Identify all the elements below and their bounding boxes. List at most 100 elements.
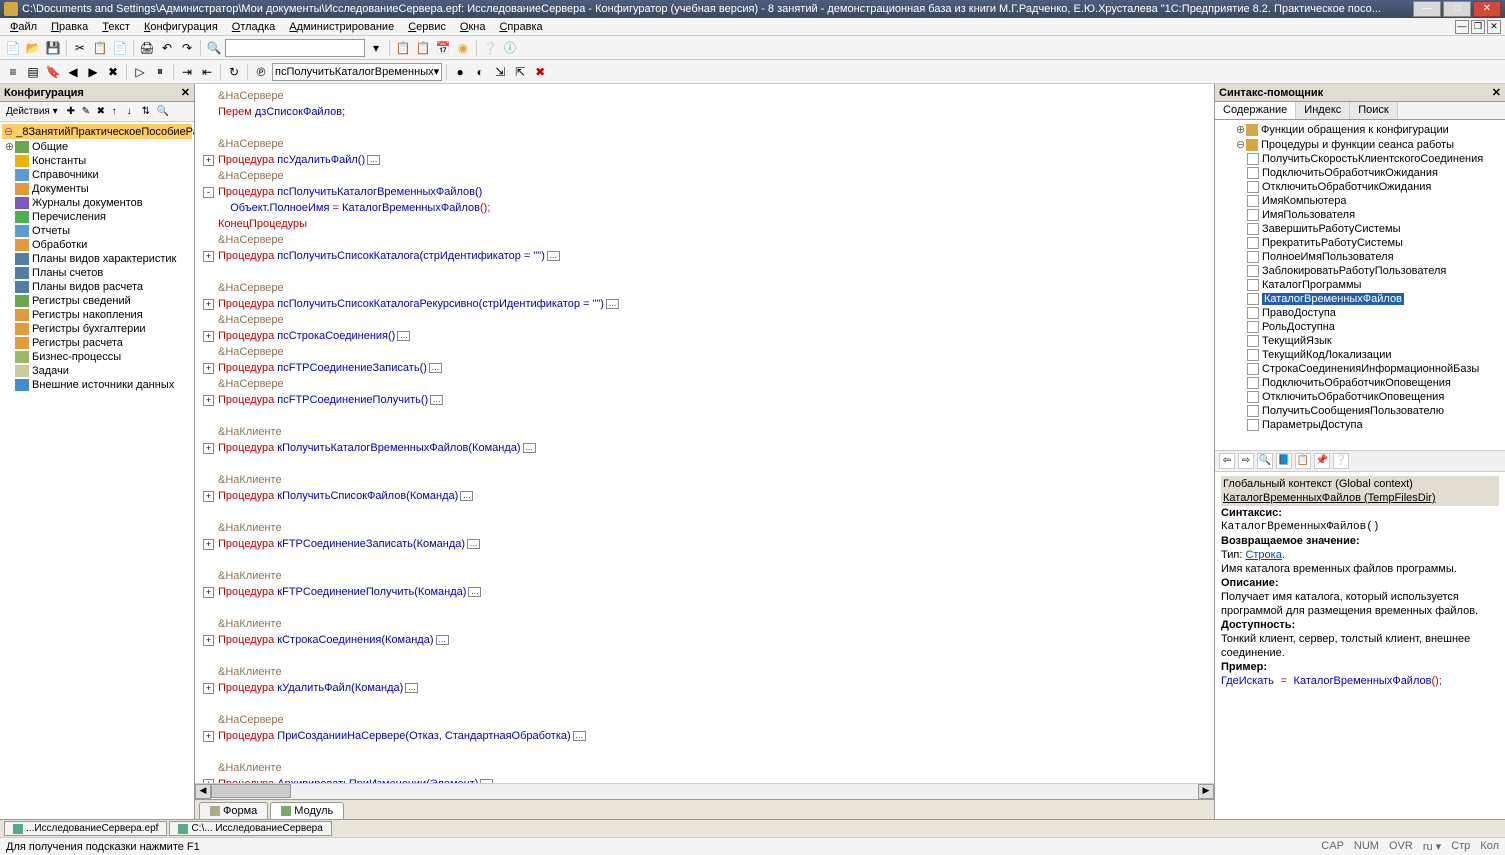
tree-item[interactable]: Константы xyxy=(2,154,192,168)
fold-toggle[interactable]: + xyxy=(203,363,214,374)
tree-item[interactable]: Журналы документов xyxy=(2,196,192,210)
syntax-helper-close-button[interactable]: ✕ xyxy=(1492,86,1501,99)
help-help-button[interactable]: ❔ xyxy=(1333,453,1349,469)
tb2-bookmark-button[interactable]: 🔖 xyxy=(44,63,62,81)
config-root-item[interactable]: ⊖ _8ЗанятийПрактическоеПособиеРазработч xyxy=(2,124,192,139)
compare2-button[interactable]: 📋 xyxy=(414,39,432,57)
help-tab-Содержание[interactable]: Содержание xyxy=(1215,102,1296,119)
tree-item[interactable]: Отчеты xyxy=(2,224,192,238)
help-tab-Поиск[interactable]: Поиск xyxy=(1350,102,1397,119)
fold-toggle[interactable]: + xyxy=(203,443,214,454)
help-leaf[interactable]: ЗаблокироватьРаботуПользователя xyxy=(1217,264,1503,278)
tree-item[interactable]: Регистры накопления xyxy=(2,308,192,322)
paste-button[interactable]: 📄 xyxy=(111,39,129,57)
help-leaf[interactable]: ОтключитьОбработчикОповещения xyxy=(1217,390,1503,404)
help-leaf[interactable]: ПодключитьОбработчикОжидания xyxy=(1217,166,1503,180)
add-icon[interactable]: ✚ xyxy=(63,105,77,119)
tb2-pause-button[interactable]: ⏸ xyxy=(151,63,169,81)
help-leaf[interactable]: ПравоДоступа xyxy=(1217,306,1503,320)
tree-item[interactable]: Бизнес-процессы xyxy=(2,350,192,364)
tb2-break2-button[interactable]: ◐ xyxy=(471,63,489,81)
menu-файл[interactable]: Файл xyxy=(4,20,43,34)
tree-item[interactable]: Внешние источники данных xyxy=(2,378,192,392)
help-branch[interactable]: ⊕Функции обращения к конфигурации xyxy=(1217,122,1503,137)
sort-icon[interactable]: ⇅ xyxy=(138,105,152,119)
help-leaf[interactable]: РольДоступна xyxy=(1217,320,1503,334)
minimize-button[interactable]: — xyxy=(1413,1,1441,17)
menu-сервис[interactable]: Сервис xyxy=(402,20,452,34)
doc-tab[interactable]: C:\... ИсследованиеСервера xyxy=(169,821,331,836)
tb2-refresh-button[interactable]: ↻ xyxy=(225,63,243,81)
horizontal-scrollbar[interactable]: ◀ ▶ xyxy=(195,783,1214,799)
ellipsis-icon[interactable]: … xyxy=(436,635,449,645)
menu-администрирование[interactable]: Администрирование xyxy=(283,20,400,34)
tb2-break-button[interactable]: ● xyxy=(451,63,469,81)
maximize-button[interactable]: □ xyxy=(1443,1,1471,17)
actions-menu[interactable]: Действия ▾ xyxy=(2,105,62,118)
tb2-run-button[interactable]: ▷ xyxy=(131,63,149,81)
doc-tab[interactable]: ...ИсследованиеСервера.epf xyxy=(4,821,167,836)
menu-конфигурация[interactable]: Конфигурация xyxy=(138,20,224,34)
fold-toggle[interactable]: + xyxy=(203,155,214,166)
tb2-btn-2[interactable]: ▤ xyxy=(24,63,42,81)
delete-icon[interactable]: ✖ xyxy=(93,105,107,119)
cut-button[interactable]: ✂ xyxy=(71,39,89,57)
fold-toggle[interactable]: + xyxy=(203,731,214,742)
return-type-link[interactable]: Строка xyxy=(1245,549,1281,561)
config-tree[interactable]: ⊖ _8ЗанятийПрактическоеПособиеРазработч … xyxy=(0,122,194,819)
procedure-dropdown[interactable]: псПолучитьКаталогВременных▾ xyxy=(272,63,442,81)
ellipsis-icon[interactable]: … xyxy=(468,587,481,597)
mdi-restore-button[interactable]: ❐ xyxy=(1471,20,1485,34)
ellipsis-icon[interactable]: … xyxy=(547,251,560,261)
tree-item[interactable]: Планы видов характеристик xyxy=(2,252,192,266)
menu-справка[interactable]: Справка xyxy=(493,20,548,34)
tab-Модуль[interactable]: Модуль xyxy=(270,802,344,819)
help-back-button[interactable]: ⇦ xyxy=(1219,453,1235,469)
print-button[interactable]: 🖨 xyxy=(138,39,156,57)
tree-item[interactable]: Регистры бухгалтерии xyxy=(2,322,192,336)
help-leaf[interactable]: ТекущийКодЛокализации xyxy=(1217,348,1503,362)
menu-правка[interactable]: Правка xyxy=(45,20,94,34)
config-panel-close-button[interactable]: ✕ xyxy=(181,86,190,99)
menu-окна[interactable]: Окна xyxy=(454,20,492,34)
copy-button[interactable]: 📋 xyxy=(91,39,109,57)
help-fwd-button[interactable]: ⇨ xyxy=(1238,453,1254,469)
help-leaf[interactable]: ПолноеИмяПользователя xyxy=(1217,250,1503,264)
tb2-proc-button[interactable]: ℗ xyxy=(252,63,270,81)
info-button[interactable]: ⓘ xyxy=(501,39,519,57)
save-button[interactable]: 💾 xyxy=(44,39,62,57)
ellipsis-icon[interactable]: … xyxy=(606,299,619,309)
search-next-button[interactable]: ▾ xyxy=(367,39,385,57)
help-pin-button[interactable]: 📌 xyxy=(1314,453,1330,469)
calendar-button[interactable]: 📅 xyxy=(434,39,452,57)
compare-button[interactable]: 📋 xyxy=(394,39,412,57)
ellipsis-icon[interactable]: … xyxy=(467,539,480,549)
ellipsis-icon[interactable]: … xyxy=(460,491,473,501)
fold-toggle[interactable]: + xyxy=(203,395,214,406)
help-tab-Индекс[interactable]: Индекс xyxy=(1296,102,1350,119)
help-leaf[interactable]: ПолучитьСкоростьКлиентскогоСоединения xyxy=(1217,152,1503,166)
help-leaf[interactable]: ПараметрыДоступа xyxy=(1217,418,1503,432)
menu-текст[interactable]: Текст xyxy=(96,20,136,34)
ellipsis-icon[interactable]: … xyxy=(405,683,418,693)
edit-icon[interactable]: ✎ xyxy=(78,105,92,119)
help-leaf[interactable]: ПолучитьСообщенияПользователю xyxy=(1217,404,1503,418)
help-leaf[interactable]: ПодключитьОбработчикОповещения xyxy=(1217,376,1503,390)
mdi-minimize-button[interactable]: — xyxy=(1455,20,1469,34)
help-leaf[interactable]: ТекущийЯзык xyxy=(1217,334,1503,348)
fold-toggle[interactable]: + xyxy=(203,635,214,646)
fold-toggle[interactable]: - xyxy=(203,187,214,198)
menu-отладка[interactable]: Отладка xyxy=(226,20,282,34)
tree-item[interactable]: Регистры расчета xyxy=(2,336,192,350)
help-leaf[interactable]: ИмяПользователя xyxy=(1217,208,1503,222)
fold-toggle[interactable]: + xyxy=(203,779,214,783)
fold-toggle[interactable]: + xyxy=(203,251,214,262)
help-leaf[interactable]: ПрекратитьРаботуСистемы xyxy=(1217,236,1503,250)
fold-toggle[interactable]: + xyxy=(203,587,214,598)
run-1c-button[interactable]: ◉ xyxy=(454,39,472,57)
open-button[interactable]: 📂 xyxy=(24,39,42,57)
help-book-button[interactable]: 📘 xyxy=(1276,453,1292,469)
undo-button[interactable]: ↶ xyxy=(158,39,176,57)
tree-item[interactable]: Регистры сведений xyxy=(2,294,192,308)
fold-toggle[interactable]: + xyxy=(203,299,214,310)
